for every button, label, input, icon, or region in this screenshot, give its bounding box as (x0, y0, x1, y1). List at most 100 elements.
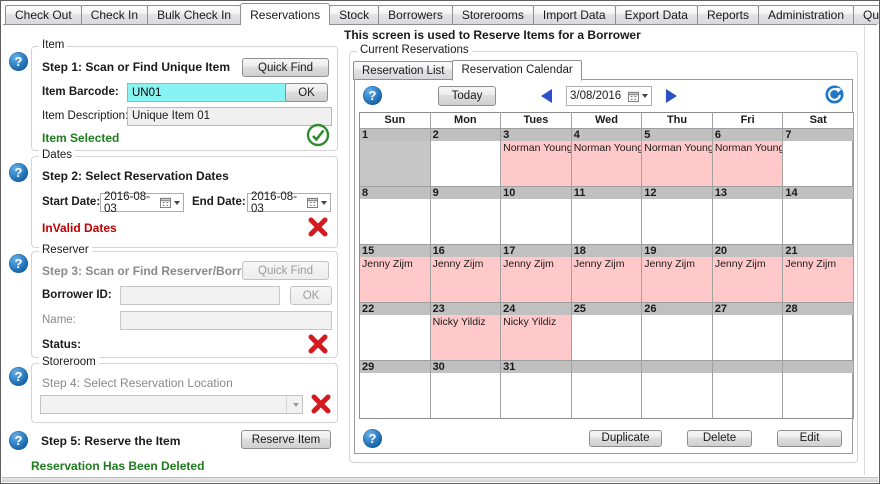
next-month-arrow-icon[interactable] (666, 89, 677, 103)
calendar-day-number (572, 360, 642, 373)
item-barcode-ok-button[interactable]: OK (285, 83, 328, 102)
duplicate-button[interactable]: Duplicate (589, 430, 662, 447)
edit-button[interactable]: Edit (777, 430, 842, 447)
calendar-day-cell[interactable]: 31 (501, 360, 572, 419)
calendar-day-body (431, 141, 501, 186)
main-tab-quick-start[interactable]: Quick Start (853, 5, 880, 24)
dates-group: Dates Step 2: Select Reservation Dates S… (31, 156, 338, 248)
reservation-entry[interactable]: Jenny Zijm (362, 258, 428, 270)
calendar-day-body (642, 373, 712, 418)
reserve-item-button[interactable]: Reserve Item (241, 430, 331, 449)
reservation-entry[interactable]: Norman Young (715, 142, 781, 154)
borrower-name-input[interactable] (120, 311, 332, 330)
chevron-down-icon (174, 201, 180, 205)
calendar-day-cell[interactable]: 22 (360, 302, 431, 360)
calendar-day-cell[interactable]: 14 (783, 186, 854, 244)
start-date-picker[interactable]: 2016-08-03 (100, 193, 184, 212)
calendar-day-cell[interactable]: 21Jenny Zijm (783, 244, 854, 302)
calendar-day-cell[interactable]: 6Norman Young (712, 128, 783, 186)
calendar-day-cell[interactable]: 7 (783, 128, 854, 186)
calendar-day-cell[interactable]: 19Jenny Zijm (642, 244, 713, 302)
calendar-day-cell[interactable] (571, 360, 642, 419)
help-icon-step1[interactable]: ? (9, 52, 28, 71)
borrower-id-ok-button[interactable]: OK (290, 286, 332, 305)
calendar-day-cell[interactable]: 28 (783, 302, 854, 360)
item-quick-find-button[interactable]: Quick Find (242, 58, 329, 77)
help-icon-step2[interactable]: ? (9, 163, 28, 182)
main-tab-storerooms[interactable]: Storerooms (452, 5, 534, 24)
borrower-id-input[interactable] (120, 286, 280, 305)
reservation-entry[interactable]: Norman Young (503, 142, 569, 154)
calendar-day-cell[interactable]: 27 (712, 302, 783, 360)
calendar-day-cell[interactable]: 17Jenny Zijm (501, 244, 572, 302)
refresh-icon[interactable] (825, 85, 844, 104)
reservation-entry[interactable]: Jenny Zijm (644, 258, 710, 270)
delete-button[interactable]: Delete (687, 430, 752, 447)
reservation-entry[interactable]: Norman Young (574, 142, 640, 154)
main-tab-reports[interactable]: Reports (697, 5, 759, 24)
step4-title: Step 4: Select Reservation Location (42, 376, 233, 390)
reservation-entry[interactable]: Jenny Zijm (715, 258, 781, 270)
main-tab-check-in[interactable]: Check In (81, 5, 148, 24)
main-tab-stock[interactable]: Stock (329, 5, 379, 24)
reservation-entry[interactable]: Jenny Zijm (433, 258, 499, 270)
reservation-entry[interactable]: Nicky Yildiz (433, 316, 499, 328)
main-tab-administration[interactable]: Administration (758, 5, 854, 24)
calendar-day-cell[interactable]: 11 (571, 186, 642, 244)
main-tab-bulk-check-in[interactable]: Bulk Check In (147, 5, 241, 24)
calendar-day-cell[interactable]: 30 (430, 360, 501, 419)
calendar-day-cell[interactable]: 26 (642, 302, 713, 360)
calendar-day-cell[interactable]: 8 (360, 186, 431, 244)
previous-month-arrow-icon[interactable] (541, 89, 552, 103)
today-button[interactable]: Today (438, 86, 496, 106)
calendar-day-cell[interactable]: 18Jenny Zijm (571, 244, 642, 302)
calendar-day-cell[interactable]: 2 (430, 128, 501, 186)
calendar-day-cell[interactable]: 9 (430, 186, 501, 244)
calendar-day-header-wed: Wed (571, 113, 642, 128)
calendar-day-number: 31 (501, 360, 571, 373)
tab-reservation-calendar[interactable]: Reservation Calendar (452, 60, 581, 81)
reservation-entry[interactable]: Jenny Zijm (574, 258, 640, 270)
calendar-day-cell[interactable]: 1 (360, 128, 431, 186)
calendar-day-cell[interactable]: 20Jenny Zijm (712, 244, 783, 302)
main-tab-check-out[interactable]: Check Out (5, 5, 82, 24)
help-icon-step4[interactable]: ? (9, 367, 28, 386)
calendar-day-cell[interactable] (712, 360, 783, 419)
calendar-day-cell[interactable]: 29 (360, 360, 431, 419)
step3-title: Step 3: Scan or Find Reserver/Borrower (42, 264, 269, 278)
reservation-entry[interactable]: Jenny Zijm (785, 258, 851, 270)
help-icon-calendar[interactable]: ? (363, 86, 382, 105)
calendar-day-cell[interactable]: 13 (712, 186, 783, 244)
calendar-day-cell[interactable]: 4Norman Young (571, 128, 642, 186)
reservation-entry[interactable]: Norman Young (644, 142, 710, 154)
storeroom-group: Storeroom Step 4: Select Reservation Loc… (31, 363, 338, 423)
calendar-day-cell[interactable]: 5Norman Young (642, 128, 713, 186)
calendar-day-cell[interactable]: 24Nicky Yildiz (501, 302, 572, 360)
calendar-day-cell[interactable] (642, 360, 713, 419)
item-barcode-input[interactable] (127, 83, 289, 102)
storeroom-combo[interactable] (40, 395, 303, 414)
reservation-entry[interactable]: Jenny Zijm (503, 258, 569, 270)
reserver-quick-find-button[interactable]: Quick Find (242, 261, 329, 280)
main-tab-reservations[interactable]: Reservations (240, 3, 330, 25)
main-tab-borrowers[interactable]: Borrowers (378, 5, 453, 24)
main-tab-import-data[interactable]: Import Data (533, 5, 616, 24)
calendar-day-cell[interactable] (783, 360, 854, 419)
calendar-day-cell[interactable]: 15Jenny Zijm (360, 244, 431, 302)
reservation-entry[interactable]: Nicky Yildiz (503, 316, 569, 328)
calendar-day-cell[interactable]: 10 (501, 186, 572, 244)
calendar-day-cell[interactable]: 3Norman Young (501, 128, 572, 186)
help-icon-step3[interactable]: ? (9, 254, 28, 273)
storeroom-invalid-x-icon (309, 392, 333, 416)
item-barcode-label: Item Barcode: (42, 86, 119, 98)
calendar-day-cell[interactable]: 23Nicky Yildiz (430, 302, 501, 360)
help-icon-actions[interactable]: ? (363, 429, 382, 448)
calendar-day-cell[interactable]: 25 (571, 302, 642, 360)
main-tab-export-data[interactable]: Export Data (615, 5, 698, 24)
calendar-day-cell[interactable]: 12 (642, 186, 713, 244)
tab-reservation-list[interactable]: Reservation List (353, 61, 453, 80)
help-icon-step5[interactable]: ? (9, 431, 28, 450)
end-date-picker[interactable]: 2016-08-03 (247, 193, 331, 212)
calendar-day-cell[interactable]: 16Jenny Zijm (430, 244, 501, 302)
calendar-date-picker[interactable]: 3/08/2016 (566, 86, 652, 106)
